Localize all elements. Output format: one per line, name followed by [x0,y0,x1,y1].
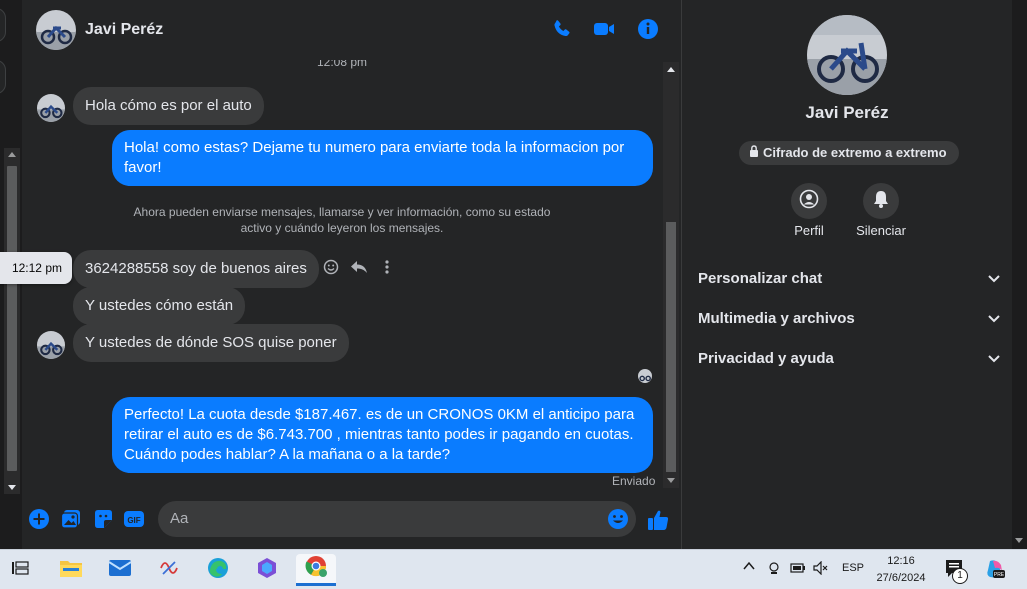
scroll-down-icon[interactable] [8,485,16,490]
task-view-button[interactable] [0,554,40,586]
profile-name: Javi Peréz [805,103,889,122]
section-label: Personalizar chat [698,269,823,287]
section-label: Privacidad y ayuda [698,349,834,367]
taskbar-app[interactable] [149,554,189,586]
mute-button[interactable] [863,183,899,219]
incoming-message[interactable]: Y ustedes cómo están [73,287,246,325]
react-emoji-icon[interactable] [322,257,340,277]
info-icon[interactable] [636,17,660,41]
message-actions [322,257,396,277]
contact-name[interactable]: Javi Peréz [85,21,163,39]
scroll-down-icon[interactable] [1015,538,1023,543]
profile-icon [799,189,819,214]
scroll-down-icon[interactable] [667,478,675,483]
more-options-icon[interactable] [378,257,396,277]
scrollbar-thumb[interactable] [7,166,17,471]
incoming-message[interactable]: Y ustedes de dónde SOS quise poner [73,324,349,362]
mail-icon [108,559,132,582]
chevron-down-icon [988,350,1000,367]
svg-text:PRE: PRE [994,572,1005,578]
sticker-icon[interactable] [92,508,114,530]
taskbar-chrome[interactable] [296,554,336,586]
message-status: Enviado [612,474,656,488]
taskbar-file-explorer[interactable] [51,554,91,586]
section-privacy-help[interactable]: Privacidad y ayuda [698,346,1000,370]
profile-label[interactable]: Perfil [781,223,837,238]
chrome-icon [304,554,328,583]
encryption-notice: Ahora pueden enviarse mensajes, llamarse… [133,205,551,235]
profile-button[interactable] [791,183,827,219]
contact-info-panel: Javi Peréz Cifrado de extremo a extremo … [681,0,1011,549]
contact-avatar[interactable] [36,10,76,50]
like-icon[interactable] [646,508,669,530]
task-view-icon [11,560,29,581]
bell-icon [872,189,890,214]
chevron-down-icon [988,310,1000,327]
seen-indicator-avatar [638,369,652,383]
scroll-up-icon[interactable] [667,67,675,72]
svg-text:GIF: GIF [127,516,140,525]
incoming-message[interactable]: 3624288558 soy de buenos aires [73,250,319,288]
sender-avatar[interactable] [37,94,65,122]
gif-icon[interactable]: GIF [123,508,145,530]
encryption-label: Cifrado de extremo a extremo [763,145,947,160]
taskbar-edge[interactable] [198,554,238,586]
composer-bar: GIF Aa [22,496,680,542]
volume-muted-icon[interactable] [813,560,829,578]
message-scrollbar[interactable] [663,62,679,488]
photo-icon[interactable] [60,508,82,530]
mute-label[interactable]: Silenciar [849,223,913,238]
collapsed-nav-item[interactable] [0,8,6,42]
section-media-files[interactable]: Multimedia y archivos [698,306,1000,330]
reply-icon[interactable] [350,257,368,277]
system-clock[interactable]: 12:16 27/6/2024 [868,553,934,587]
lock-icon [749,141,759,165]
emoji-icon[interactable] [607,508,629,530]
edge-browser-icon [206,556,230,585]
left-scrollbar[interactable] [4,148,20,494]
scribble-app-icon [157,556,181,585]
section-label: Multimedia y archivos [698,309,855,327]
incoming-message[interactable]: Hola cómo es por el auto [73,87,264,125]
section-personalize-chat[interactable]: Personalizar chat [698,266,1000,290]
chat-header: Javi Peréz [22,0,680,60]
outgoing-message[interactable]: Hola! como estas? Dejame tu numero para … [112,130,653,186]
clock-time: 12:16 [887,555,915,567]
folder-icon [59,558,83,583]
battery-icon[interactable] [790,562,806,577]
chevron-up-icon[interactable] [743,561,755,574]
notification-count: 1 [952,568,968,584]
input-language[interactable]: ESP [842,562,864,574]
chat-pane: Javi Peréz 12:08 pm Hola cómo es por el … [22,0,680,549]
timestamp-tooltip: 12:12 pm [0,252,72,284]
right-edge-scrollbar[interactable] [1012,0,1027,549]
taskbar-mail[interactable] [100,554,140,586]
time-separator: 12:08 pm [316,60,368,69]
phone-icon[interactable] [550,17,574,41]
clock-date: 27/6/2024 [876,572,926,584]
outgoing-message[interactable]: Perfecto! La cuota desde $187.467. es de… [112,397,653,473]
collapsed-nav-item[interactable] [0,60,6,94]
copilot-icon[interactable]: PRE [984,558,1006,583]
taskbar-app-2[interactable] [247,554,287,586]
encryption-badge[interactable]: Cifrado de extremo a extremo [739,141,959,165]
video-call-icon[interactable] [592,17,616,41]
add-icon[interactable] [28,508,50,530]
chevron-down-icon [988,270,1000,287]
message-input[interactable]: Aa [158,501,636,537]
hexagon-app-icon [255,556,279,585]
scroll-up-icon[interactable] [8,152,16,157]
profile-avatar[interactable] [807,15,887,95]
windows-taskbar: ESP 12:16 27/6/2024 1 PRE [0,549,1027,589]
scrollbar-thumb[interactable] [666,222,676,472]
webcam-icon[interactable] [767,561,781,578]
sender-avatar[interactable] [37,331,65,359]
message-list[interactable]: 12:08 pm Hola cómo es por el auto Hola! … [22,60,662,490]
